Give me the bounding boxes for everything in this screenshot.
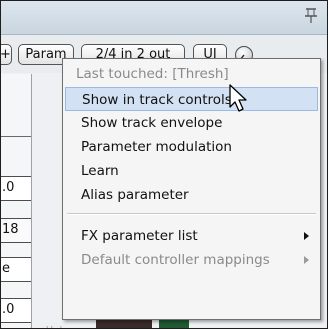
fx-parameter-strip: .0 18 e .0 (1, 74, 32, 328)
menu-separator (67, 213, 316, 215)
menu-item-label: Default controller mappings (81, 252, 270, 268)
menu-item-learn[interactable]: Learn (65, 159, 318, 183)
pin-icon[interactable] (304, 8, 318, 24)
param-value-field[interactable]: .0 (1, 176, 31, 201)
menu-header-last-touched: Last touched: [Thresh] (76, 66, 229, 82)
menu-item-show-in-track-controls[interactable]: Show in track controls (65, 87, 318, 111)
meter-block (96, 320, 152, 328)
param-value-field[interactable]: 18 (1, 218, 31, 243)
param-value-field[interactable]: .0 (1, 298, 31, 323)
menu-item-alias-parameter[interactable]: Alias parameter (65, 183, 318, 207)
divider (1, 136, 31, 137)
submenu-arrow-icon (304, 256, 309, 264)
menu-item-show-track-envelope[interactable]: Show track envelope (65, 111, 318, 135)
dots-decoration: ·· · (46, 323, 65, 329)
menu-item-default-controller-mappings: Default controller mappings (65, 248, 318, 272)
fx-window: + Param 2/4 in 2 out UI .0 18 e .0 ·· · … (0, 0, 328, 329)
menu-item-label: FX parameter list (81, 228, 198, 244)
context-menu: Last touched: [Thresh] Show in track con… (62, 58, 321, 320)
param-value-field[interactable]: e (1, 257, 31, 282)
menu-item-parameter-modulation[interactable]: Parameter modulation (65, 135, 318, 159)
meter-block-green (159, 320, 189, 328)
add-button[interactable]: + (1, 44, 12, 65)
menu-item-fx-parameter-list[interactable]: FX parameter list (65, 224, 318, 248)
title-bar (1, 1, 327, 35)
submenu-arrow-icon (304, 232, 309, 240)
mouse-pointer-icon (229, 84, 247, 112)
